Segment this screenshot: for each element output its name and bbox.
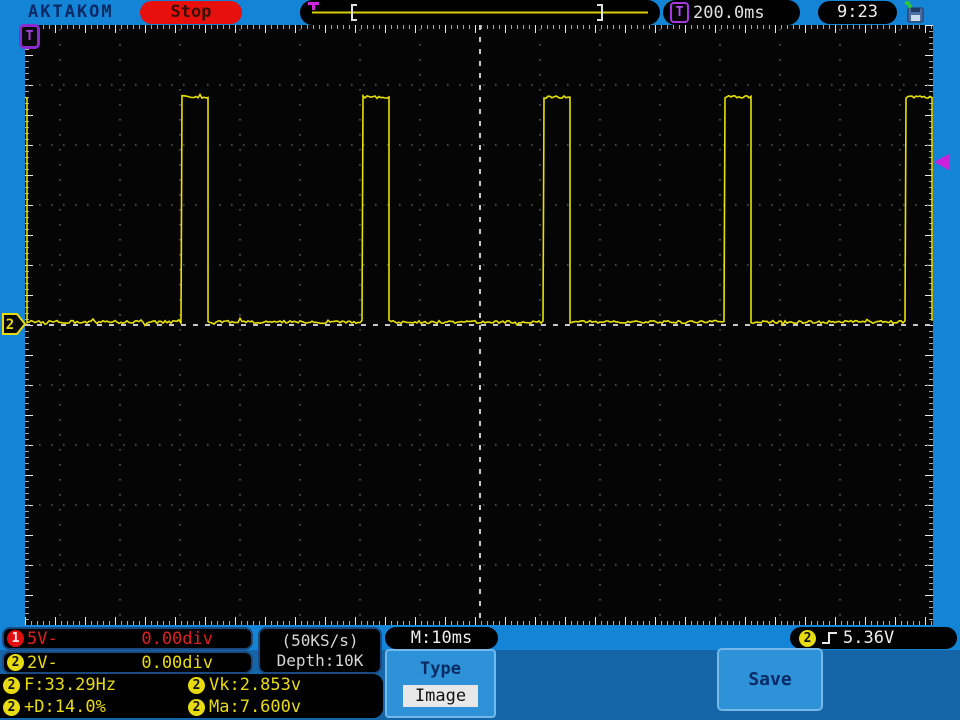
channel1-badge: 1 bbox=[7, 630, 24, 647]
measurement-ch-badge: 2 bbox=[188, 698, 205, 716]
memory-window-graphic bbox=[308, 2, 648, 21]
waveform-display bbox=[25, 25, 933, 625]
memory-depth: Depth:10K bbox=[276, 651, 364, 671]
trigger-level-arrow-icon[interactable] bbox=[934, 154, 949, 170]
channel1-readout: 1 5V- 0.00div bbox=[2, 627, 253, 650]
top-status-bar: AKTAKOM Stop T 200.0ms 9:23 bbox=[0, 0, 960, 25]
channel1-offset: 0.00div bbox=[141, 628, 213, 649]
acquisition-readout: (50KS/s) Depth:10K bbox=[258, 627, 382, 674]
measurement-duty: 2 +D:14.0% bbox=[0, 696, 185, 718]
measurement-ch-badge: 2 bbox=[3, 676, 20, 694]
sample-rate: (50KS/s) bbox=[281, 630, 359, 650]
timebase-readout: M:10ms bbox=[385, 627, 498, 649]
trigger-source-badge: 2 bbox=[799, 629, 816, 647]
measurement-ch-badge: 2 bbox=[3, 698, 20, 716]
memory-window-bar bbox=[300, 0, 660, 25]
measurement-frequency: 2 F:33.29Hz bbox=[0, 674, 185, 696]
measurement-ch-badge: 2 bbox=[188, 676, 205, 694]
trigger-level-value: 5.36V bbox=[843, 628, 895, 648]
trigger-t-icon: T bbox=[670, 2, 689, 23]
channel1-scale: 5V- bbox=[27, 628, 58, 649]
channel2-position-marker[interactable]: 2 bbox=[2, 313, 28, 335]
trigger-holdoff-readout: T 200.0ms bbox=[663, 0, 800, 25]
channel2-badge: 2 bbox=[7, 654, 24, 671]
channel2-flag-label: 2 bbox=[6, 317, 14, 333]
channel2-readout: 2 2V- 0.00div bbox=[2, 651, 253, 674]
brand-logo: AKTAKOM bbox=[28, 2, 114, 22]
trigger-level-readout: 2 5.36V bbox=[790, 627, 957, 649]
usb-disk-icon bbox=[904, 1, 924, 23]
clock-readout: 9:23 bbox=[818, 1, 897, 24]
menu-type-button[interactable]: Type Image bbox=[385, 649, 496, 718]
holdoff-value: 200.0ms bbox=[693, 2, 765, 23]
trigger-offscreen-icon: T bbox=[19, 24, 40, 49]
measurements-panel: 2 F:33.29Hz 2 Vk:2.853v 2 +D:14.0% 2 Ma:… bbox=[0, 674, 383, 718]
channel2-offset: 0.00div bbox=[141, 652, 213, 673]
run-stop-indicator[interactable]: Stop bbox=[140, 1, 242, 24]
save-button[interactable]: Save bbox=[717, 648, 823, 711]
channel2-scale: 2V- bbox=[27, 652, 58, 673]
measurement-ma: 2 Ma:7.600v bbox=[185, 696, 383, 718]
measurement-vk: 2 Vk:2.853v bbox=[185, 674, 383, 696]
type-selected-value[interactable]: Image bbox=[402, 685, 479, 707]
rising-edge-icon bbox=[822, 632, 837, 644]
type-label: Type bbox=[420, 659, 461, 679]
